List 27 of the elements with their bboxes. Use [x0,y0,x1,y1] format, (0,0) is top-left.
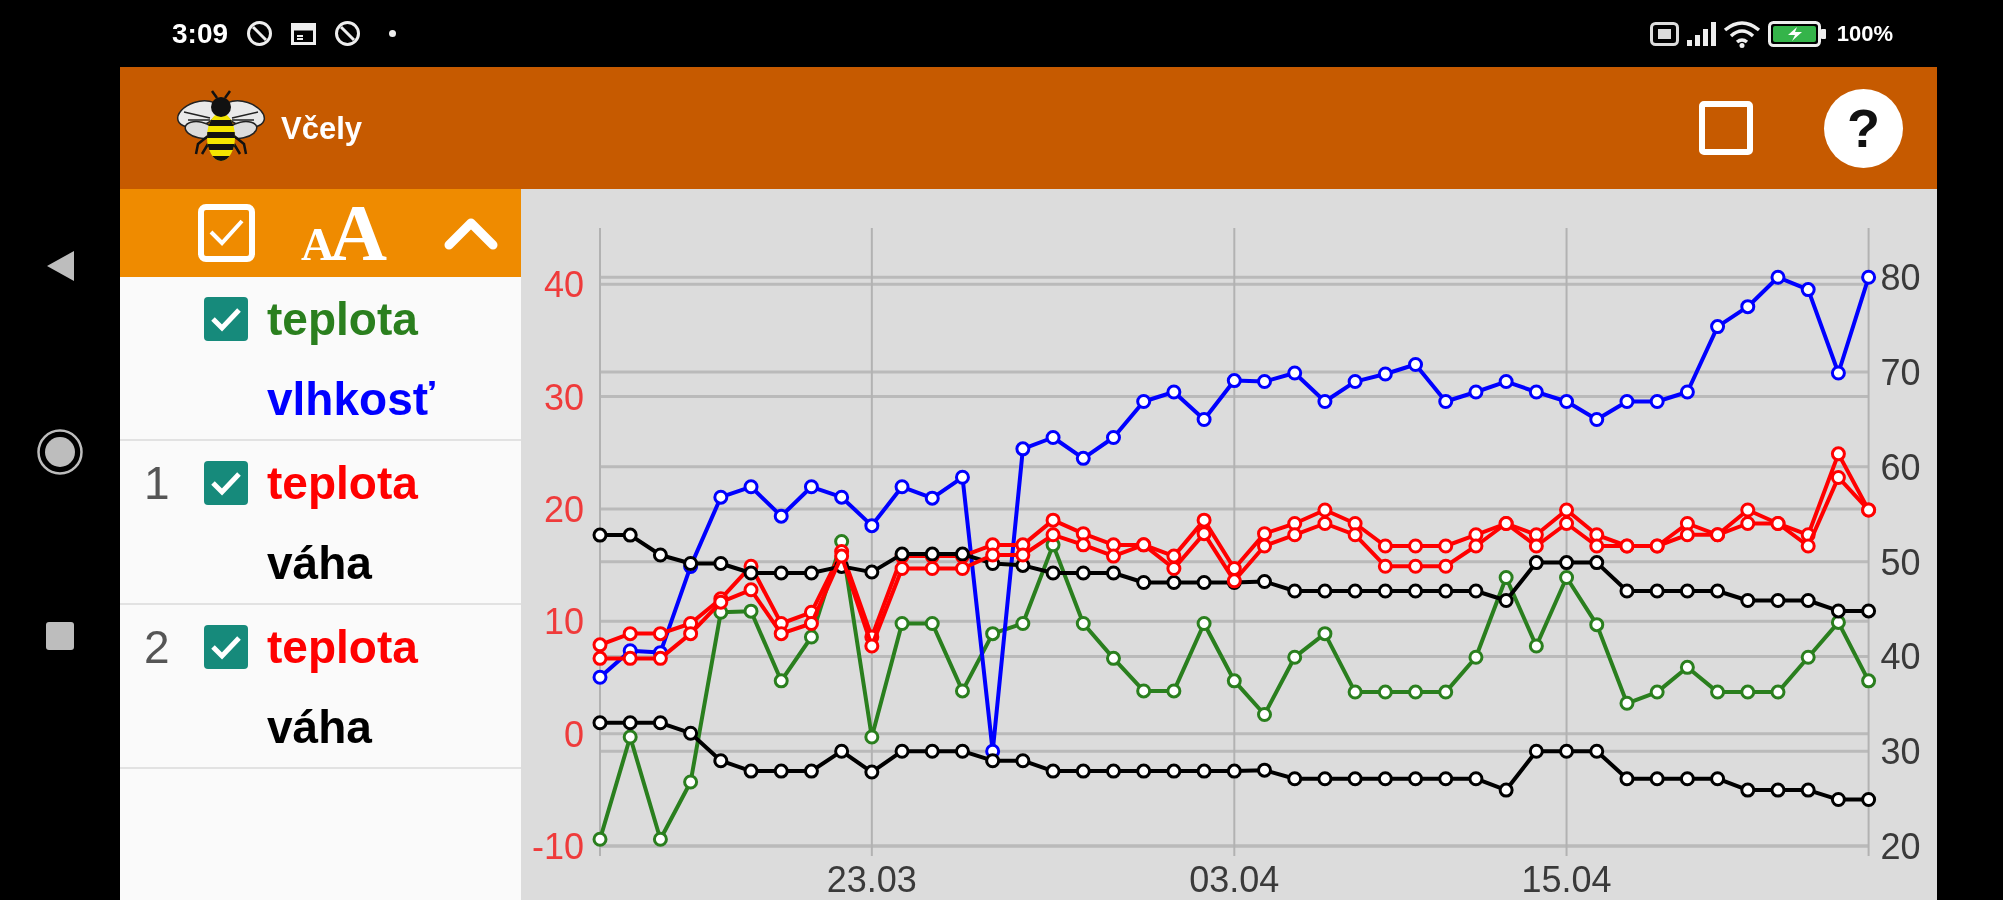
axis-tick-label: 60 [1880,446,1921,488]
axis-tick-label: 15.04 [1521,859,1612,900]
status-time: 3:09 [172,19,229,48]
series-label: váha [267,537,372,589]
axis-tick-label: 20 [1880,826,1921,867]
axis-tick-label: 80 [1880,257,1921,299]
series-label: váha [267,701,372,753]
axis-tick-label: 70 [1880,352,1921,394]
battery-percent: 100% [1836,22,1893,45]
series-label: vlhkosť [267,373,435,425]
series-label: teplota [267,621,418,673]
series-label: teplota [267,293,418,345]
axis-tick-label: 03.04 [1189,859,1280,900]
group-number: 1 [143,460,170,506]
axis-tick-label: 50 [1880,541,1921,583]
axis-tick-label: 30 [543,376,584,418]
axis-tick-label: -10 [531,826,584,867]
axis-tick-label: 23.03 [826,859,917,900]
axis-tick-label: 20 [543,488,584,530]
group-number: 2 [143,624,170,670]
series-label: teplota [267,457,418,509]
axis-tick-label: 30 [1880,731,1921,773]
axis-tick-label: 40 [543,264,584,306]
axis-tick-label: 0 [563,713,584,755]
app-title: Včely [281,112,362,144]
axis-tick-label: 10 [543,601,584,643]
axis-tick-label: 40 [1880,636,1921,678]
